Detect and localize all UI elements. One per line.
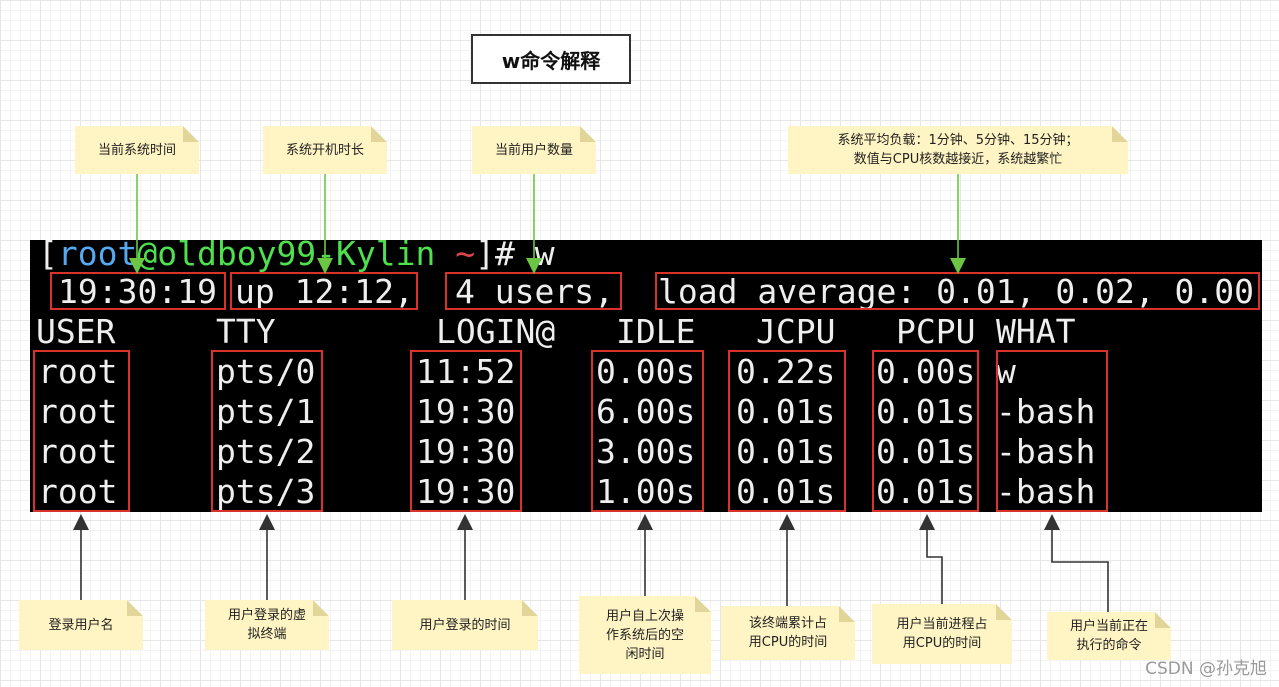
note-tty-line2: 拟终端 <box>247 627 287 642</box>
note-pcpu: 用户当前进程占 用CPU的时间 <box>872 604 1012 664</box>
note-jcpu-line1: 该终端累计占 <box>748 616 827 631</box>
note-jcpu: 该终端累计占 用CPU的时间 <box>721 606 855 660</box>
note-idle-line2: 作系统后的空 <box>605 627 684 643</box>
connector-arrows <box>73 174 1109 612</box>
note-pcpu-line2: 用CPU的时间 <box>902 636 982 651</box>
note-login: 用户登录的时间 <box>392 600 538 650</box>
note-tty: 用户登录的虚 拟终端 <box>205 600 329 650</box>
arrow-pcpu <box>919 514 943 604</box>
note-user-text: 登录用户名 <box>48 617 114 633</box>
note-idle-line1: 用户自上次操 <box>605 608 684 624</box>
note-tty-line1: 用户登录的虚 <box>227 608 306 623</box>
note-what-line1: 用户当前正在 <box>1069 619 1148 634</box>
note-pcpu-line1: 用户当前进程占 <box>896 617 988 632</box>
arrow-what <box>1044 514 1109 612</box>
note-idle-line3: 闲时间 <box>625 646 665 662</box>
note-jcpu-line2: 用CPU的时间 <box>748 635 828 650</box>
note-login-text: 用户登录的时间 <box>419 617 511 633</box>
watermark: CSDN @孙克旭 <box>1145 659 1267 679</box>
note-what-line2: 执行的命令 <box>1076 638 1142 653</box>
note-user: 登录用户名 <box>19 600 143 650</box>
note-what: 用户当前正在 执行的命令 <box>1047 612 1171 660</box>
note-idle: 用户自上次操 作系统后的空 闲时间 <box>579 596 711 674</box>
